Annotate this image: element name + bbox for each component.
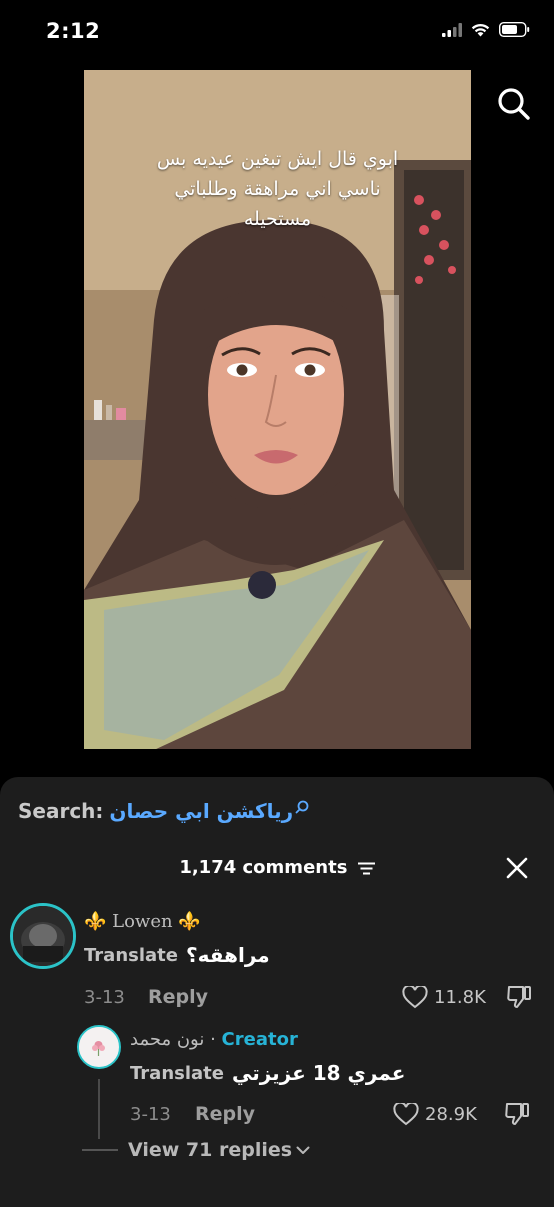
creator-avatar[interactable] [77,1025,121,1069]
comment-date: 3-13 [130,1104,171,1125]
avatar-image [79,1027,118,1066]
heart-icon [402,986,428,1009]
video-caption: ابوي قال ايش تبغين عيديه بس ناسي اني مرا… [104,144,451,234]
video-player[interactable]: ابوي قال ايش تبغين عيديه بس ناسي اني مرا… [84,70,471,749]
search-query-link[interactable]: رياكشن ابي حصان [109,799,293,823]
like-button[interactable]: 28.9K [393,1103,477,1126]
caption-line: مستحيله [243,208,312,230]
comment-text: عمري 18 عزيزتي [231,1061,406,1085]
avatar-image [13,906,73,966]
thread-line [98,1079,100,1139]
status-icons [442,22,530,37]
comments-sheet: Search: رياكشن ابي حصان 1,174 comments ⚜… [0,777,554,1207]
caption-line: ابوي قال ايش تبغين عيديه بس [156,148,399,170]
wifi-icon [471,23,490,36]
comment-username-row[interactable]: Creator · نون محمد [130,1029,298,1050]
reply-button[interactable]: Reply [148,986,208,1008]
like-count: 11.8K [434,987,486,1008]
related-search[interactable]: Search: رياكشن ابي حصان [18,799,309,823]
comments-count: 1,174 comments [179,857,348,878]
translate-button[interactable]: Translate [130,1063,224,1084]
view-replies-label: View 71 replies [128,1139,293,1161]
translate-button[interactable]: Translate [84,945,178,966]
status-time: 2:12 [46,19,101,43]
chevron-down-icon [296,1146,310,1154]
battery-icon [499,22,530,37]
caption-line: ناسي اني مراهقة وطلباتي [174,178,381,200]
comment-username: نون محمد [130,1029,205,1050]
comment-username[interactable]: ⚜️ Lowen ⚜️ [84,911,201,932]
heart-icon [393,1103,419,1126]
like-count: 28.9K [425,1104,477,1125]
like-button[interactable]: 11.8K [402,986,486,1009]
divider [82,1149,118,1151]
dislike-icon[interactable] [504,1101,530,1127]
close-icon[interactable] [506,857,528,879]
search-label: Search: [18,799,104,823]
view-replies-button[interactable]: View 71 replies [82,1139,310,1161]
creator-badge: Creator [221,1029,298,1050]
reply-button[interactable]: Reply [195,1103,255,1125]
status-bar: 2:12 [0,0,554,64]
search-icon [295,800,309,814]
dislike-icon[interactable] [506,984,532,1010]
signal-icon [442,22,462,37]
separator: · [204,1029,222,1050]
comment-text: مراهقه؟ [185,943,270,967]
comment-date: 3-13 [84,987,125,1008]
comment-body: Translate عمري 18 عزيزتي [130,1061,405,1085]
filter-icon[interactable] [357,862,375,875]
comment-body: Translate مراهقه؟ [84,943,270,967]
comments-count-header[interactable]: 1,174 comments [0,857,554,878]
avatar[interactable] [10,903,76,969]
search-icon[interactable] [496,86,532,122]
